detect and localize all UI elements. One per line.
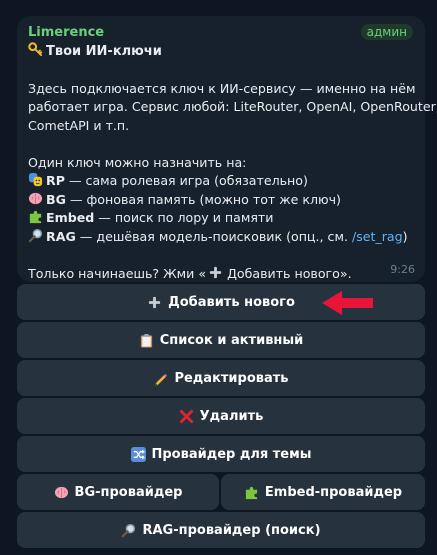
puzzle-icon	[29, 210, 42, 224]
edit-label: Редактировать	[174, 370, 289, 386]
theater-masks-icon	[28, 172, 43, 187]
set-rag-link[interactable]: /set_rag	[352, 229, 403, 244]
message-header: Limerence админ	[28, 23, 413, 41]
intro-line-1: Здесь подключается ключ к ИИ-сервису — и…	[28, 80, 416, 96]
rag-close: )	[402, 228, 408, 244]
admin-badge: админ	[360, 24, 413, 40]
rag-line: RAG — дешёвая модель-поисковик (опц., см…	[28, 228, 413, 247]
bot-message-bubble: Limerence админ Твои ИИ-ключи Здесь подк…	[17, 16, 437, 284]
embed-text: — поиск по лору и памяти	[94, 210, 274, 225]
assign-header: Один ключ можно назначить на:	[28, 154, 247, 170]
key-icon	[28, 42, 43, 57]
bg-text: — фоновая память (можно тот же ключ)	[65, 191, 341, 207]
rag-provider-button[interactable]: RAG-провайдер (поиск)	[17, 512, 425, 548]
theme-provider-button[interactable]: Провайдер для темы	[17, 436, 425, 472]
embed-label: Embed	[46, 210, 95, 225]
sender-name[interactable]: Limerence	[28, 25, 104, 40]
edit-button[interactable]: Редактировать	[17, 360, 425, 396]
intro-line-2: работает игра. Сервис любой: LiteRouter,…	[28, 99, 437, 114]
brain-icon	[28, 192, 43, 204]
footer-line: Только начинаешь? Жми « Добавить нового»…	[28, 265, 413, 284]
brain-icon	[54, 486, 68, 498]
rag-text: — дешёвая модель-поисковик (опц., см.	[75, 228, 352, 244]
embed-provider-label: Embed-провайдер	[264, 484, 403, 500]
shuffle-icon	[130, 446, 146, 462]
pencil-icon	[155, 373, 168, 386]
intro-line-3: CometAPI и т.п.	[28, 117, 130, 133]
add-new-label: Добавить нового	[168, 294, 295, 310]
theme-provider-label: Провайдер для темы	[151, 446, 312, 462]
title-text: Твои ИИ-ключи	[46, 44, 162, 59]
rag-provider-label: RAG-провайдер (поиск)	[142, 522, 321, 538]
embed-line: Embed — поиск по лору и памяти	[28, 209, 413, 228]
footer-button-ref: Добавить нового	[223, 265, 340, 281]
footer-text: Только начинаешь? Жми «	[28, 265, 207, 281]
rag-label: RAG	[46, 228, 76, 244]
message-title: Твои ИИ-ключи	[28, 42, 413, 61]
plus-icon	[209, 266, 222, 278]
rp-label: RP	[46, 173, 65, 188]
clipboard-icon	[140, 333, 152, 348]
message-time: 9:26	[390, 263, 415, 276]
rp-text: — сама ролевая игра (обязательно)	[64, 173, 308, 188]
bg-label: BG	[46, 191, 66, 207]
cross-icon	[179, 409, 193, 423]
puzzle-icon	[245, 486, 258, 499]
footer-close: ».	[339, 265, 352, 281]
bg-line: BG — фоновая память (можно тот же ключ)	[28, 191, 413, 210]
magnifier-icon	[122, 523, 136, 537]
embed-provider-button[interactable]: Embed-провайдер	[221, 474, 425, 510]
bg-provider-label: BG-провайдер	[74, 484, 183, 500]
list-active-button[interactable]: Список и активный	[17, 322, 425, 358]
red-arrow-annotation	[322, 291, 373, 315]
delete-button[interactable]: Удалить	[17, 398, 425, 434]
rp-line: RP — сама ролевая игра (обязательно)	[28, 172, 413, 191]
bg-provider-button[interactable]: BG-провайдер	[17, 474, 219, 510]
magnifier-icon	[28, 228, 43, 242]
list-active-label: Список и активный	[159, 332, 304, 348]
plus-icon	[148, 296, 161, 308]
delete-label: Удалить	[199, 408, 264, 424]
